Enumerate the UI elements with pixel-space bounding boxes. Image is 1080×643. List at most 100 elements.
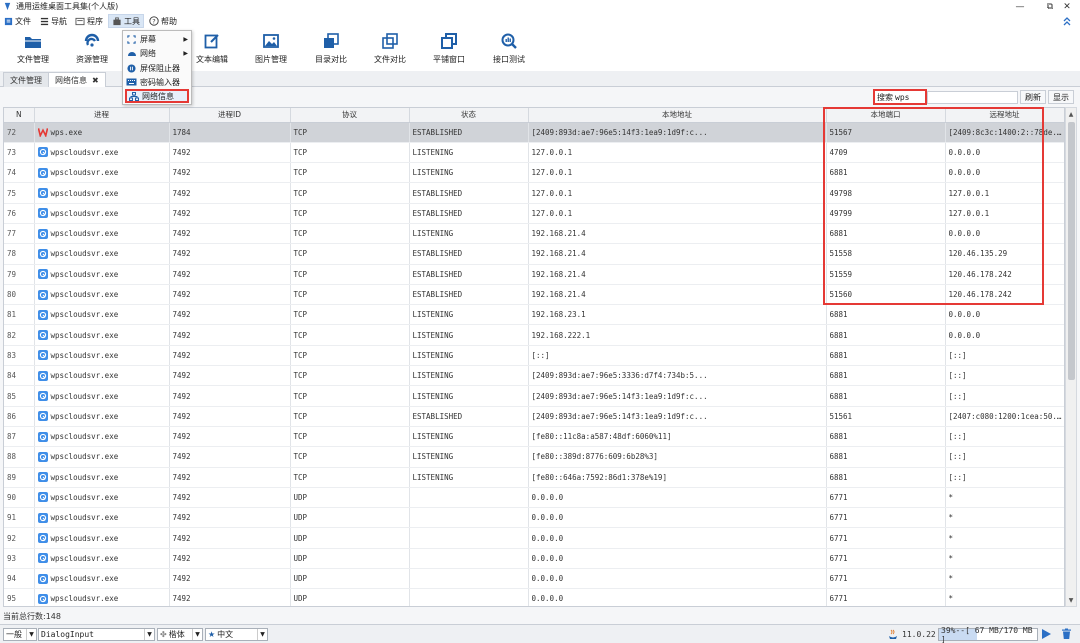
menu-program[interactable]: 程序 [72, 14, 106, 28]
column-header[interactable]: 远程地址 [945, 108, 1064, 123]
process-id: 7492 [169, 588, 291, 606]
local-address: 0.0.0.0 [528, 588, 827, 606]
search-input[interactable] [895, 92, 925, 102]
table-row[interactable]: 74 wpscloudsvr.exe 7492 TCP LISTENING 127.0.0… [4, 162, 1064, 184]
protocol: TCP [290, 162, 410, 184]
local-address: [2409:893d:ae7:96e5:3336:d7f4:734b:5... [528, 365, 827, 387]
column-header[interactable]: 进程 [34, 108, 170, 123]
table-row[interactable]: 86 wpscloudsvr.exe 7492 TCP ESTABLISHED [2409… [4, 406, 1064, 427]
table-row[interactable]: 79 wpscloudsvr.exe 7492 TCP ESTABLISHED 192.1… [4, 264, 1064, 285]
resource-manager-button[interactable]: 资源管理 [62, 32, 122, 70]
table-row[interactable]: 93wpscloudsvr.exe7492UDP0.0.0.06771** [4, 548, 1064, 570]
protocol: TCP [290, 284, 410, 306]
image-icon [261, 32, 281, 50]
show-button[interactable]: 显示 [1048, 90, 1074, 104]
table-row[interactable]: 89 wpscloudsvr.exe 7492 TCP LISTENING [fe80::… [4, 467, 1064, 488]
table-row[interactable]: 76 wpscloudsvr.exe 7492 TCP ESTABLISHED 127.0… [4, 203, 1064, 224]
table-row[interactable]: 87 wpscloudsvr.exe 7492 TCP LISTENING [fe80::… [4, 426, 1064, 448]
table-row[interactable]: 73 wpscloudsvr.exe 7492 TCP LISTENING 127.0.0… [4, 142, 1064, 164]
search-field[interactable]: 搜索 [873, 89, 927, 105]
menu-item-network[interactable]: 网络 ▶ [123, 46, 191, 60]
table-row[interactable]: 90wpscloudsvr.exe7492UDP0.0.0.06771** [4, 487, 1064, 509]
row-index: 93 [4, 548, 35, 570]
protocol: UDP [290, 527, 410, 549]
menu-nav[interactable]: 导航 [36, 14, 70, 28]
trash-icon[interactable] [1061, 628, 1072, 642]
table-row[interactable]: 81 wpscloudsvr.exe 7492 TCP LISTENING 192.168… [4, 304, 1064, 326]
menu-help[interactable]: ? 帮助 [146, 14, 180, 28]
table-row[interactable]: 82 wpscloudsvr.exe 7492 TCP LISTENING 192.168… [4, 324, 1064, 346]
table-row[interactable]: 77 wpscloudsvr.exe 7492 TCP LISTENING 192.168… [4, 223, 1064, 245]
local-port: 6771 [826, 507, 946, 529]
api-test-button[interactable]: 接口测试 [479, 32, 539, 70]
table-row[interactable]: 95wpscloudsvr.exe7492UDP0.0.0.06771** [4, 588, 1064, 606]
menu-file[interactable]: 文件 [0, 14, 34, 28]
image-manager-button[interactable]: 图片管理 [241, 32, 301, 70]
compare-dir-button[interactable]: 目录对比 [301, 32, 361, 70]
table-row[interactable]: 78 wpscloudsvr.exe 7492 TCP ESTABLISHED 192.1… [4, 243, 1064, 265]
font-select[interactable]: ✤ 楷体 ▼ [157, 628, 203, 641]
compare-file-button[interactable]: 文件对比 [360, 32, 420, 70]
process-name: wps.exe [37, 127, 169, 138]
remote-address: [2409:8c3c:1400:2::78de... [945, 122, 1064, 143]
language-select[interactable]: ★ 中文 ▼ [205, 628, 268, 641]
tab-file-manager[interactable]: 文件管理 [3, 72, 49, 87]
table-row[interactable]: 72 wps.exe 1784 TCP ESTABLISHED [2409:893d:ae… [4, 122, 1064, 143]
column-header[interactable]: N [4, 108, 35, 123]
protocol: TCP [290, 467, 410, 488]
tab-close-icon[interactable]: ✖ [92, 76, 99, 85]
protocol: TCP [290, 345, 410, 367]
process-id: 7492 [169, 548, 291, 570]
tab-network-info[interactable]: 网络信息 ✖ [48, 72, 106, 87]
chevron-down-icon[interactable]: ▼ [26, 629, 36, 640]
menu-item-screensaver-blocker[interactable]: 屏保阻止器 [123, 61, 191, 75]
minimize-button[interactable]: — [1005, 0, 1035, 13]
menu-item-network-info[interactable]: 网络信息 [125, 89, 189, 103]
column-header[interactable]: 本地地址 [528, 108, 827, 123]
screen-icon [126, 34, 137, 44]
vertical-scrollbar[interactable]: ▲ ▼ [1065, 107, 1077, 607]
column-header[interactable]: 进程ID [169, 108, 291, 123]
wps-cloud-icon [37, 431, 48, 442]
collapse-ribbon-icon[interactable] [1062, 15, 1072, 27]
menu-item-screen[interactable]: 屏幕 ▶ [123, 32, 191, 46]
level-select[interactable]: 一般 ▼ [3, 628, 37, 641]
menu-tools[interactable]: 工具 [108, 14, 144, 28]
process-name-text: wpscloudsvr.exe [50, 188, 119, 198]
table-row[interactable]: 84 wpscloudsvr.exe 7492 TCP LISTENING [2409:8… [4, 365, 1064, 387]
close-button[interactable]: ✕ [1052, 0, 1080, 13]
scrollbar-thumb[interactable] [1068, 122, 1075, 380]
protocol: TCP [290, 406, 410, 427]
input-mode-select[interactable]: DialogInput ▼ [38, 628, 155, 641]
table-row[interactable]: 80 wpscloudsvr.exe 7492 TCP ESTABLISHED 192.1… [4, 284, 1064, 306]
file-manager-button[interactable]: 文件管理 [3, 32, 63, 70]
local-port: 49798 [826, 182, 946, 204]
chevron-down-icon[interactable]: ▼ [144, 629, 154, 640]
refresh-button[interactable]: 刷新 [1020, 90, 1046, 104]
menu-item-password-input[interactable]: 密码输入器 [123, 75, 191, 89]
column-header[interactable]: 状态 [409, 108, 529, 123]
state: LISTENING [409, 324, 529, 346]
table-row[interactable]: 75 wpscloudsvr.exe 7492 TCP ESTABLISHED 127.0… [4, 182, 1064, 204]
tile-window-button[interactable]: 平铺窗口 [419, 32, 479, 70]
table-row[interactable]: 94wpscloudsvr.exe7492UDP0.0.0.06771** [4, 568, 1064, 590]
table-row[interactable]: 92wpscloudsvr.exe7492UDP0.0.0.06771** [4, 527, 1064, 549]
column-header[interactable]: 协议 [290, 108, 410, 123]
scroll-down-icon[interactable]: ▼ [1066, 595, 1076, 605]
state: LISTENING [409, 223, 529, 245]
table-row[interactable]: 91wpscloudsvr.exe7492UDP0.0.0.06771** [4, 507, 1064, 529]
table-row[interactable]: 88 wpscloudsvr.exe 7492 TCP LISTENING [fe80::… [4, 446, 1064, 468]
play-icon[interactable] [1041, 628, 1052, 642]
process-cell: wpscloudsvr.exe [34, 406, 170, 427]
table-row[interactable]: 83 wpscloudsvr.exe 7492 TCP LISTENING [::] 688… [4, 345, 1064, 367]
bottom-bar: 一般 ▼ DialogInput ▼ ✤ 楷体 ▼ ★ 中文 ▼ 11.0.22… [0, 624, 1080, 643]
state [409, 568, 529, 590]
protocol: UDP [290, 548, 410, 570]
table-row[interactable]: 85 wpscloudsvr.exe 7492 TCP LISTENING [2409:8… [4, 385, 1064, 407]
chevron-down-icon[interactable]: ▼ [257, 629, 267, 640]
search-input-extension[interactable] [927, 91, 1018, 104]
chevron-down-icon[interactable]: ▼ [192, 629, 202, 640]
scroll-up-icon[interactable]: ▲ [1066, 109, 1076, 119]
local-port: 6881 [826, 446, 946, 468]
column-header[interactable]: 本地端口 [826, 108, 946, 123]
